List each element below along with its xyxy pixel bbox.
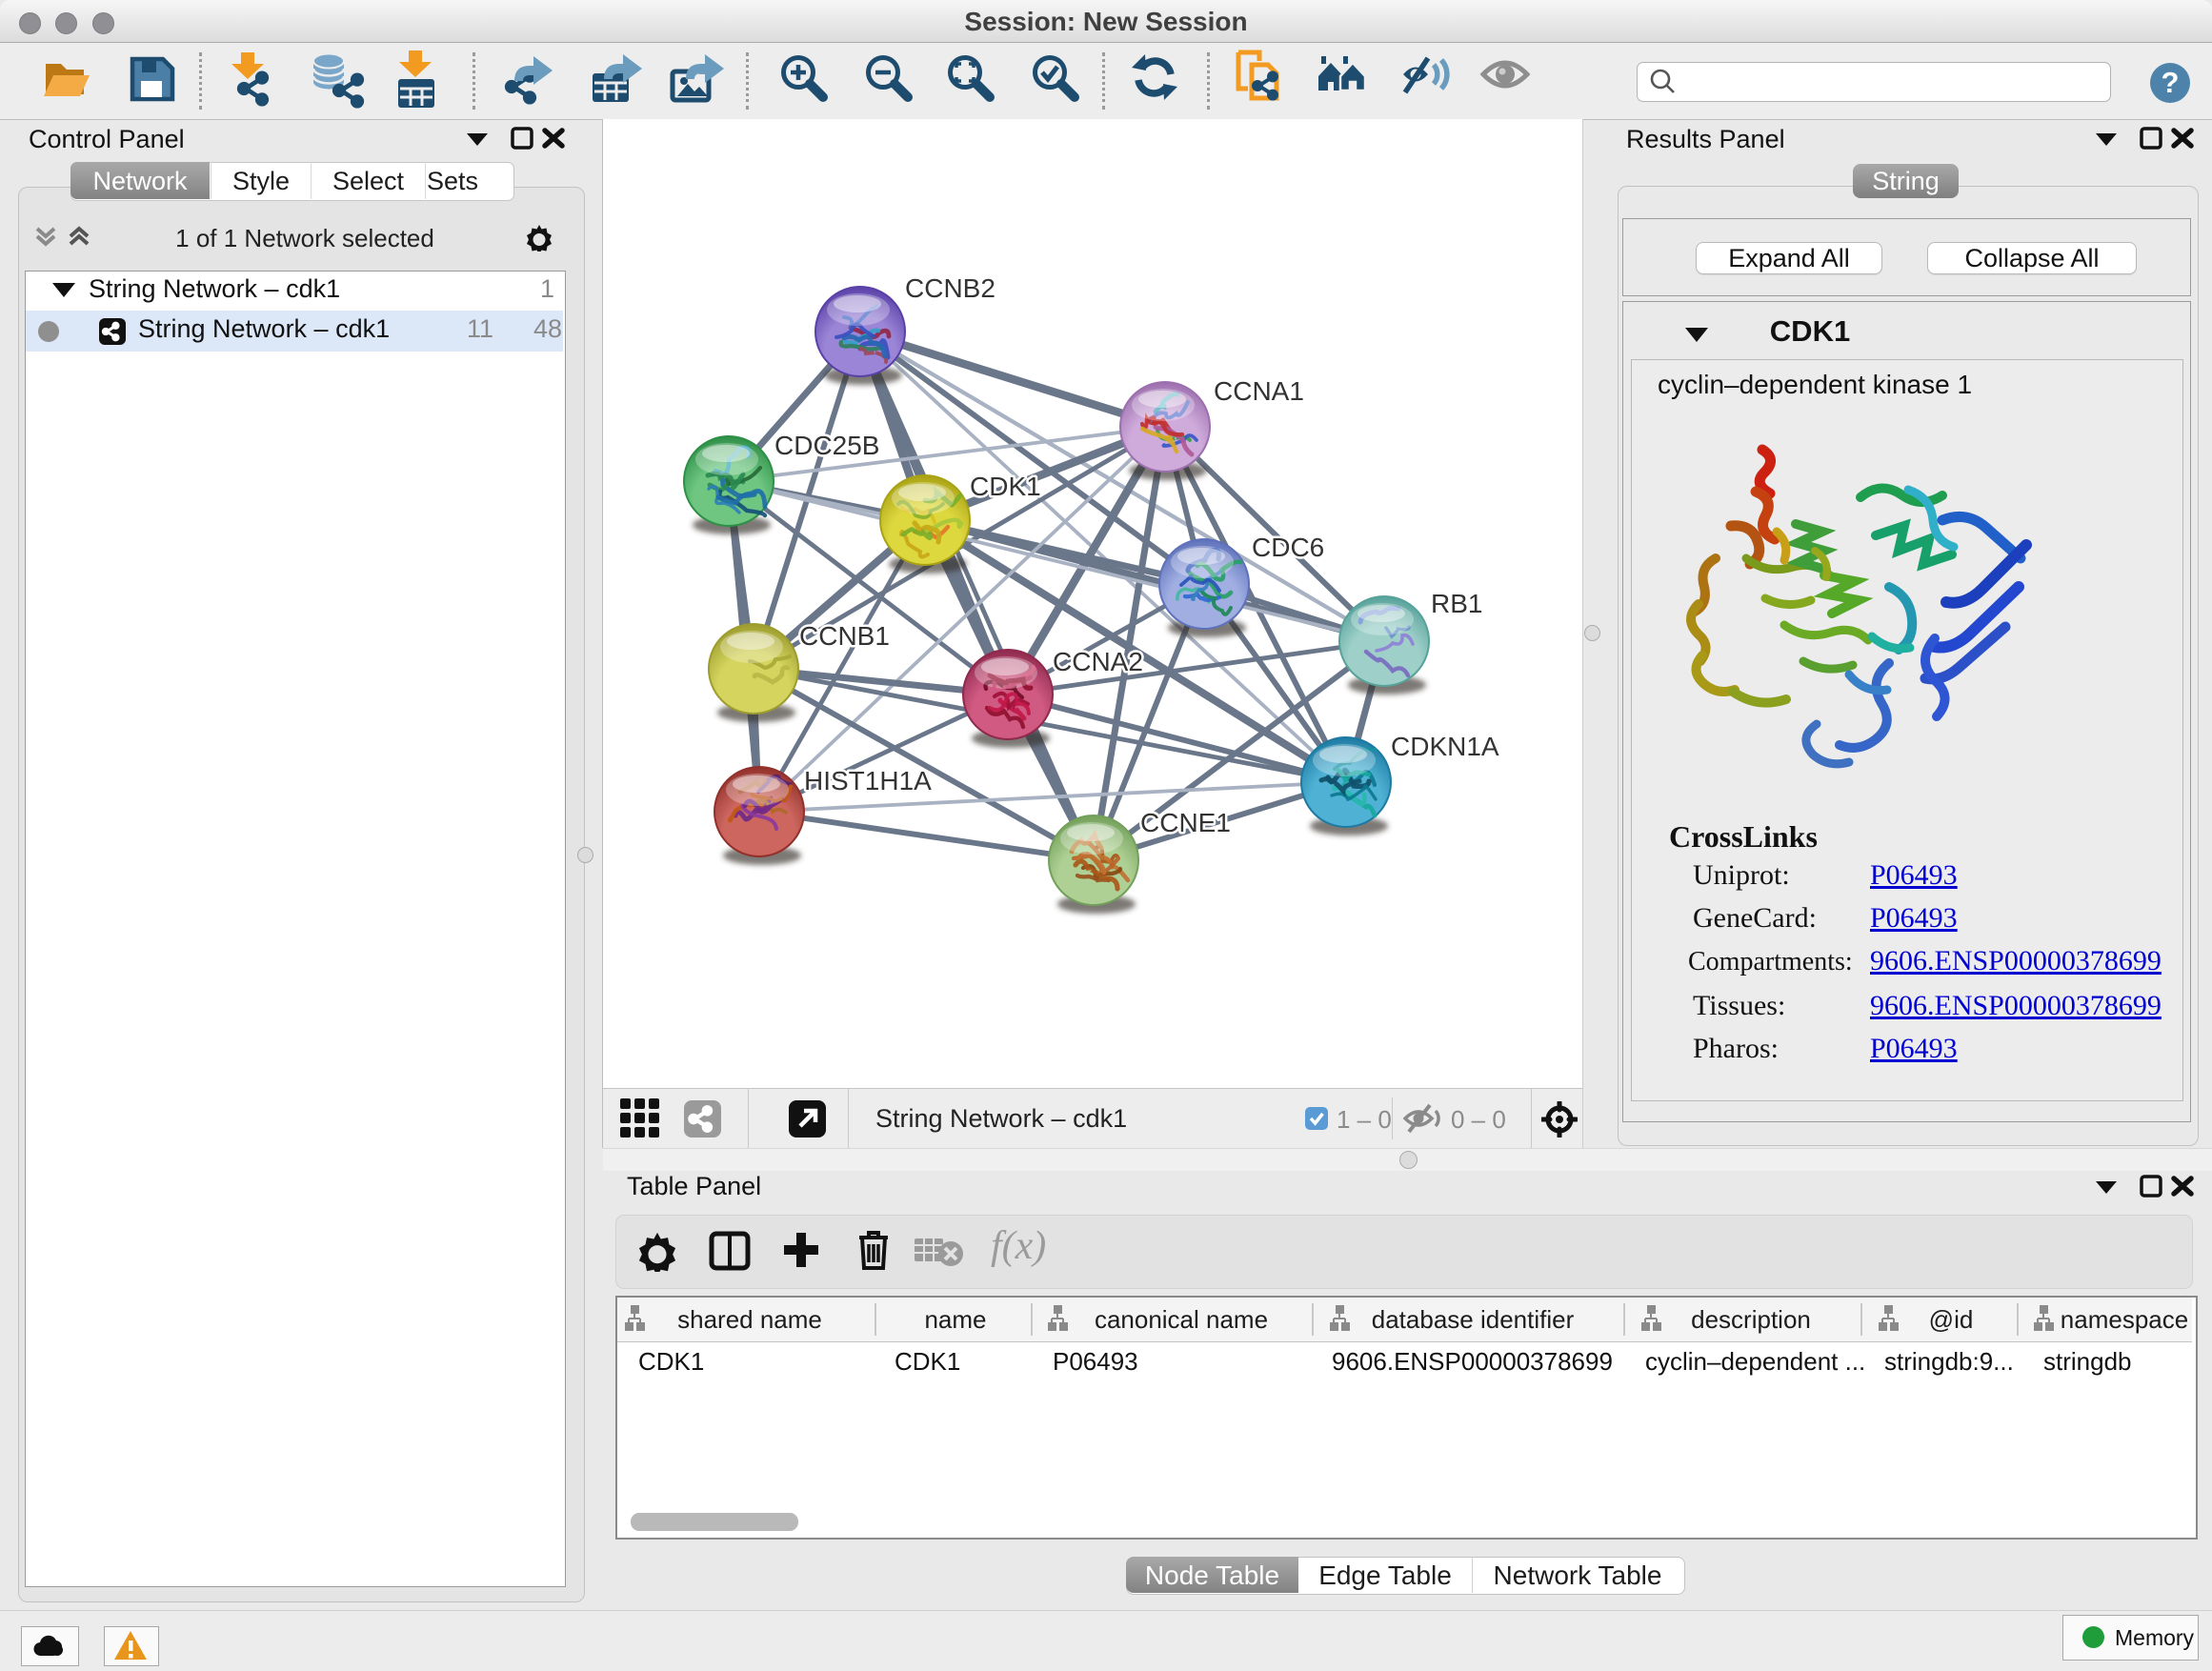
svg-text:CDKN1A: CDKN1A xyxy=(1391,732,1499,761)
svg-text:CCNA2: CCNA2 xyxy=(1053,647,1143,676)
svg-text:CDC6: CDC6 xyxy=(1252,533,1324,562)
svg-text:shared name: shared name xyxy=(677,1305,822,1334)
svg-text:CDC25B: CDC25B xyxy=(774,431,879,460)
svg-text:namespace: namespace xyxy=(2061,1305,2188,1334)
svg-text:CDK1: CDK1 xyxy=(970,472,1041,501)
svg-text:CCNA1: CCNA1 xyxy=(1214,376,1304,406)
svg-text:name: name xyxy=(924,1305,986,1334)
svg-text:RB1: RB1 xyxy=(1431,589,1482,618)
svg-text:canonical name: canonical name xyxy=(1095,1305,1268,1334)
svg-text:description: description xyxy=(1691,1305,1811,1334)
svg-text:CCNB2: CCNB2 xyxy=(905,273,995,303)
svg-text:database identifier: database identifier xyxy=(1372,1305,1575,1334)
svg-text:CCNE1: CCNE1 xyxy=(1140,808,1231,837)
svg-text:?: ? xyxy=(2162,66,2180,99)
svg-text:CCNB1: CCNB1 xyxy=(799,621,890,651)
svg-text:@id: @id xyxy=(1929,1305,1974,1334)
svg-text:HIST1H1A: HIST1H1A xyxy=(804,766,932,795)
